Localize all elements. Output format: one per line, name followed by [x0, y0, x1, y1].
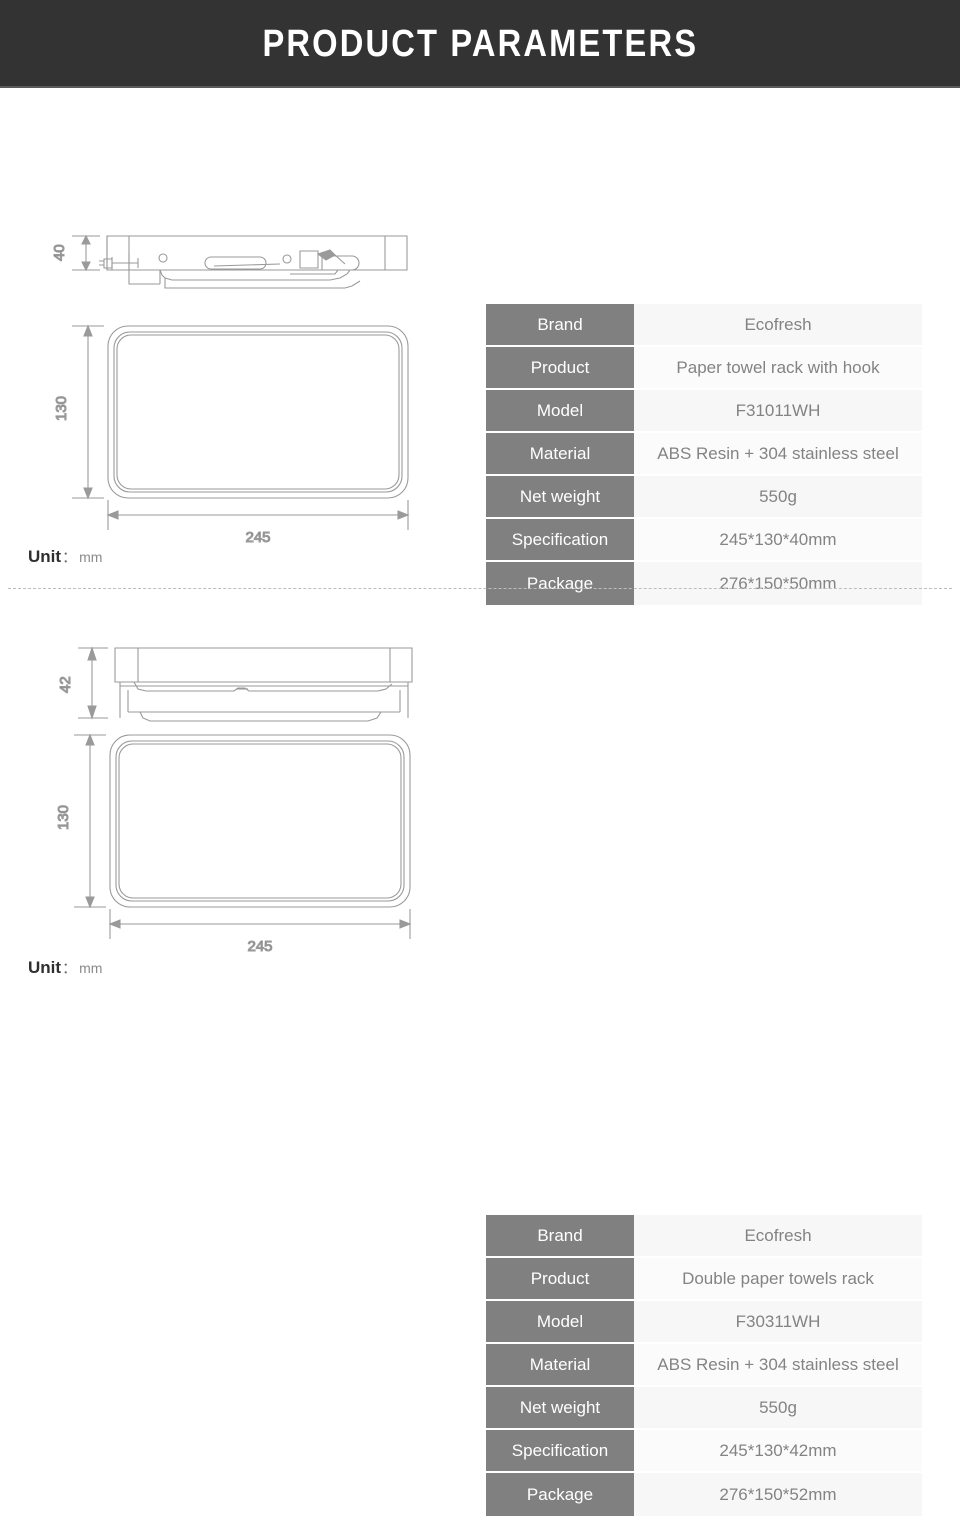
width-dimension-label-1: 245: [245, 529, 270, 546]
spec-label-specification: Specification: [486, 519, 634, 562]
dimension-drawing-svg-1: 40 130 245: [50, 234, 410, 547]
depth-dimension-1: [72, 324, 104, 500]
depth-dimension-label-1: 130: [53, 396, 70, 421]
spec-label-net-weight: Net weight: [486, 1387, 634, 1430]
spec-value-material: ABS Resin + 304 stainless steel: [634, 433, 922, 476]
width-dimension-1: [106, 500, 410, 530]
width-dimension-2: [108, 909, 412, 939]
technical-drawing-2: 42 130 245 Unit： mm: [0, 590, 470, 1010]
table-row: Material ABS Resin + 304 stainless steel: [486, 433, 922, 476]
spec-label-material: Material: [486, 433, 634, 476]
unit-note-2: Unit： mm: [28, 957, 102, 978]
unit-value-1: mm: [79, 549, 103, 565]
height-dimension-2: [78, 646, 108, 720]
spec-value-specification: 245*130*40mm: [634, 519, 922, 562]
spec-label-product: Product: [486, 1258, 634, 1301]
height-dimension-label-2: 42: [57, 676, 74, 693]
spec-value-net-weight: 550g: [634, 476, 922, 519]
spec-value-brand: Ecofresh: [634, 1215, 922, 1258]
spec-label-model: Model: [486, 1301, 634, 1344]
spec-label-package: Package: [486, 1473, 634, 1516]
table-row: Net weight 550g: [486, 476, 922, 519]
unit-note-1: Unit： mm: [28, 546, 102, 567]
table-row: Model F31011WH: [486, 390, 922, 433]
table-row: Net weight 550g: [486, 1387, 922, 1430]
top-view-outline-2: [109, 734, 411, 908]
width-dimension-label-2: 245: [247, 938, 272, 955]
unit-label-2: Unit: [28, 958, 62, 977]
table-row: Product Paper towel rack with hook: [486, 347, 922, 390]
spec-label-material: Material: [486, 1344, 634, 1387]
product-section-1: 40 130 245 Unit： mm Brand Ecofresh Produ…: [0, 88, 960, 605]
spec-table-1: Brand Ecofresh Product Paper towel rack …: [486, 304, 922, 605]
top-view-outline-1: [107, 325, 409, 499]
table-row: Material ABS Resin + 304 stainless steel: [486, 1344, 922, 1387]
depth-dimension-label-2: 130: [55, 805, 72, 830]
height-dimension-label-1: 40: [51, 244, 68, 261]
spec-value-brand: Ecofresh: [634, 304, 922, 347]
spec-label-brand: Brand: [486, 1215, 634, 1258]
table-row: Brand Ecofresh: [486, 304, 922, 347]
section-divider: [8, 588, 952, 589]
unit-label-1: Unit: [28, 547, 62, 566]
table-row: Product Double paper towels rack: [486, 1258, 922, 1301]
spec-value-product: Paper towel rack with hook: [634, 347, 922, 390]
page-header-banner: PRODUCT PARAMETERS: [0, 0, 960, 88]
spec-value-product: Double paper towels rack: [634, 1258, 922, 1301]
spec-value-material: ABS Resin + 304 stainless steel: [634, 1344, 922, 1387]
table-row: Specification 245*130*40mm: [486, 519, 922, 562]
spec-label-net-weight: Net weight: [486, 476, 634, 519]
dimension-drawing-svg-2: 42 130 245: [54, 646, 413, 956]
spec-value-package: 276*150*52mm: [634, 1473, 922, 1516]
spec-label-specification: Specification: [486, 1430, 634, 1473]
unit-separator-1: ：: [62, 549, 78, 566]
spec-table-2: Brand Ecofresh Product Double paper towe…: [486, 1215, 922, 1516]
unit-separator-2: ：: [62, 960, 78, 977]
spec-value-net-weight: 550g: [634, 1387, 922, 1430]
side-view-outline-2: [114, 647, 413, 722]
spec-value-model: F30311WH: [634, 1301, 922, 1344]
table-row: Specification 245*130*42mm: [486, 1430, 922, 1473]
spec-value-model: F31011WH: [634, 390, 922, 433]
height-dimension-1: [72, 234, 100, 272]
spec-label-product: Product: [486, 347, 634, 390]
depth-dimension-2: [74, 733, 106, 909]
table-row: Package 276*150*52mm: [486, 1473, 922, 1516]
spec-label-brand: Brand: [486, 304, 634, 347]
table-row: Model F30311WH: [486, 1301, 922, 1344]
table-row: Brand Ecofresh: [486, 1215, 922, 1258]
side-view-outline-1: [99, 235, 408, 289]
unit-value-2: mm: [79, 960, 103, 976]
page-title: PRODUCT PARAMETERS: [262, 22, 698, 65]
technical-drawing-1: 40 130 245 Unit： mm: [0, 88, 470, 588]
spec-value-specification: 245*130*42mm: [634, 1430, 922, 1473]
spec-label-model: Model: [486, 390, 634, 433]
product-section-2: 42 130 245 Unit： mm Brand Ecofresh Produ…: [0, 590, 960, 1516]
